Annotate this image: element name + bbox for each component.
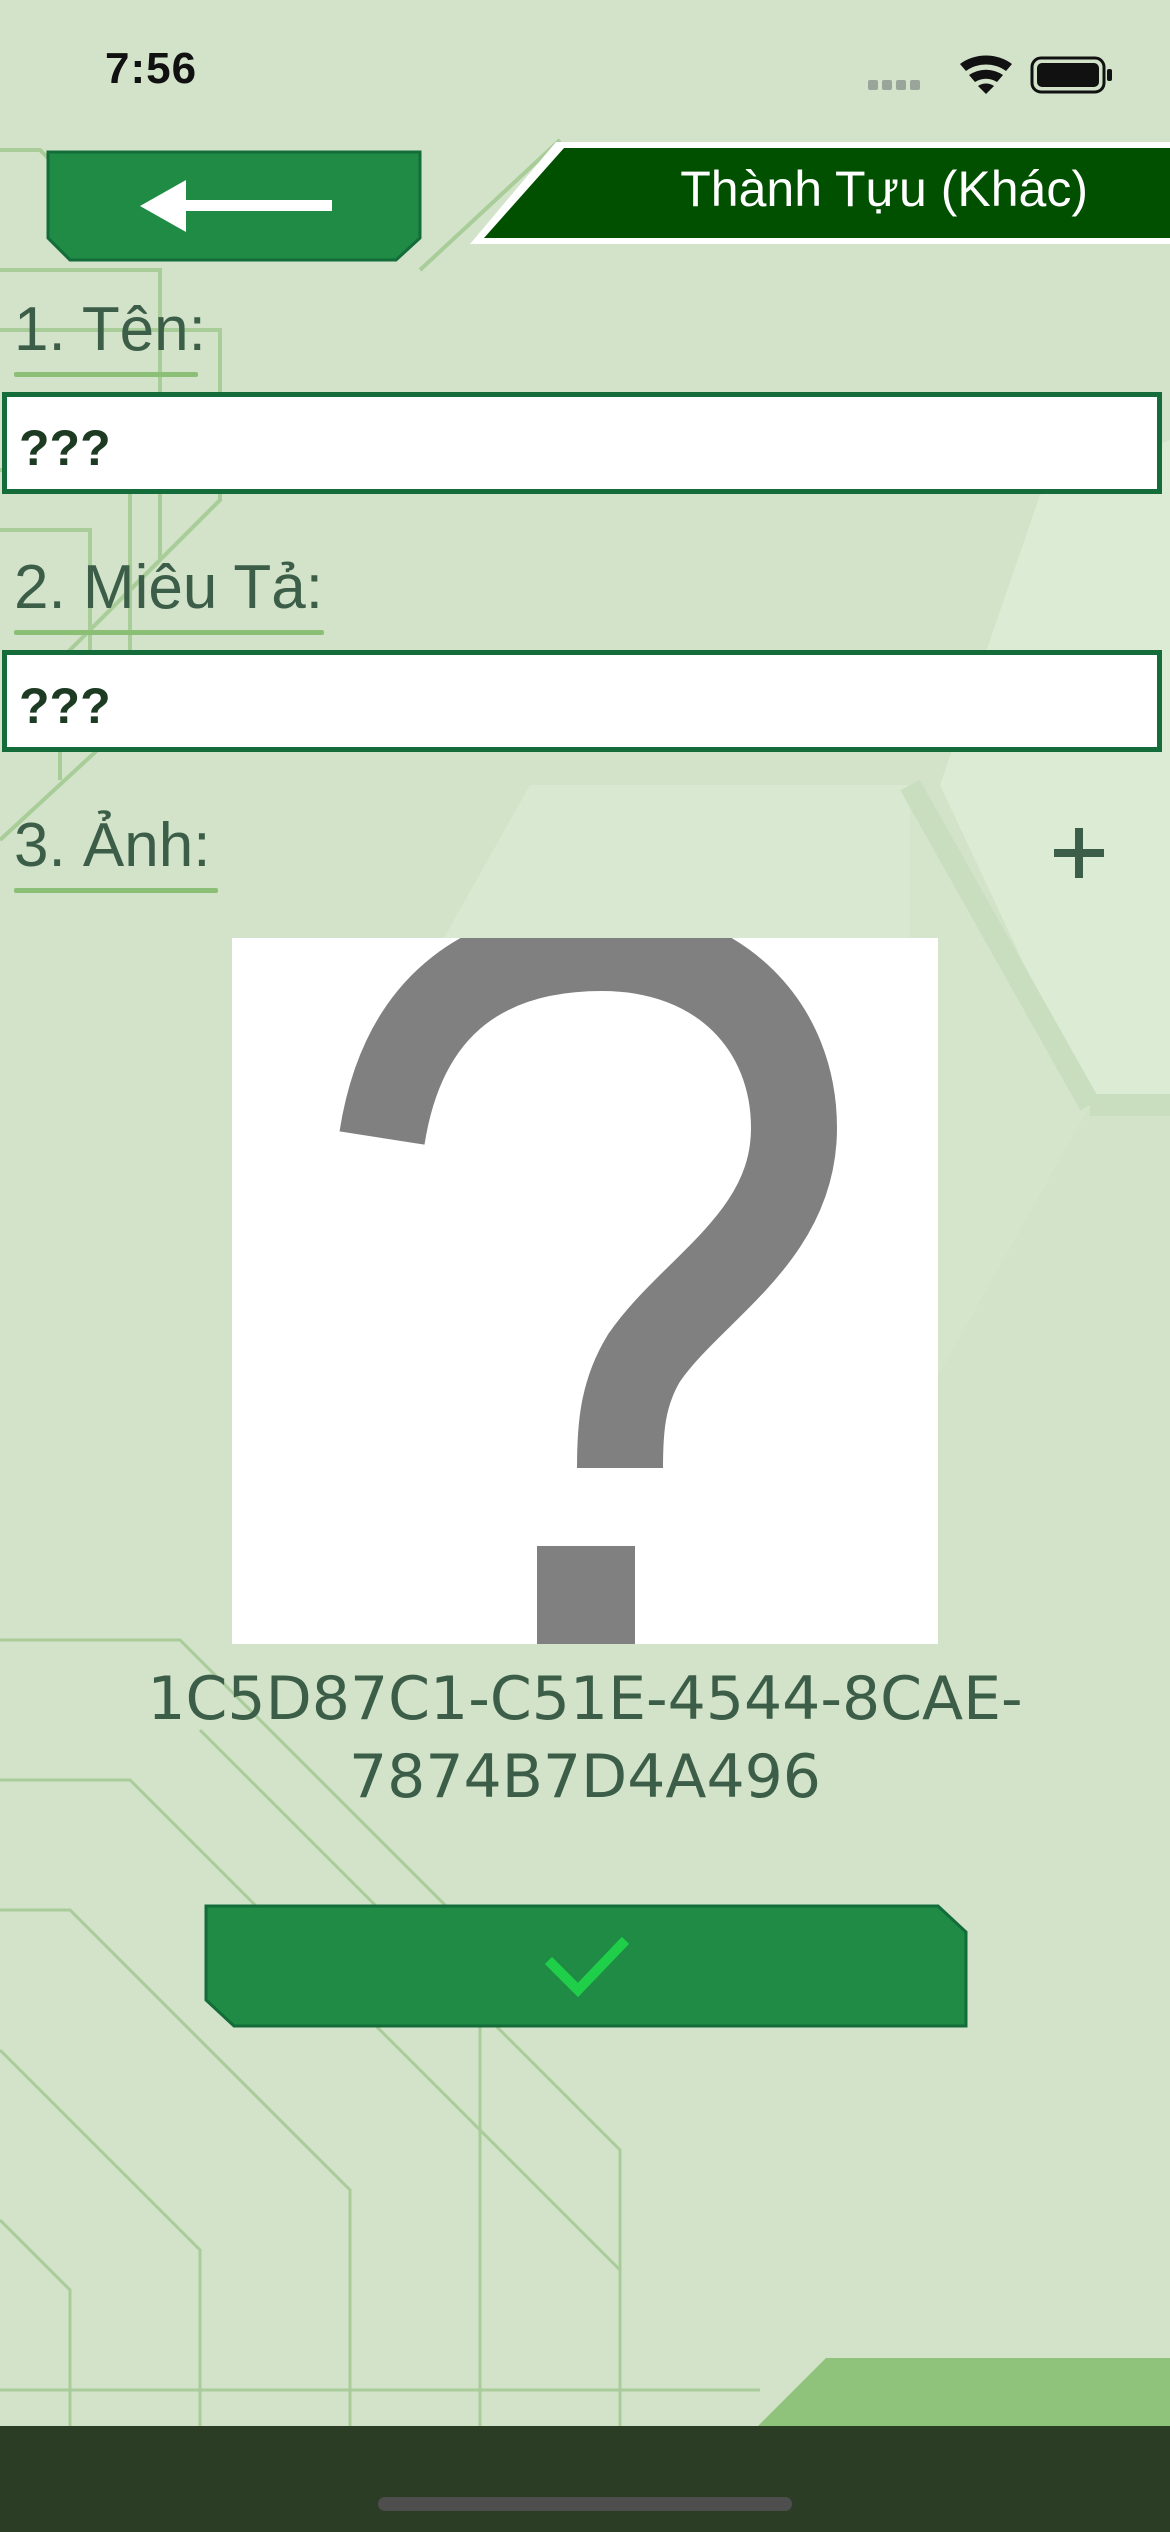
plus-icon — [1054, 828, 1104, 878]
status-icons — [868, 55, 1112, 94]
description-input[interactable]: ??? — [2, 650, 1162, 752]
back-button[interactable] — [46, 150, 422, 262]
status-bar: 7:56 — [0, 0, 1170, 140]
image-label: 3. Ảnh: — [14, 810, 218, 893]
wifi-icon — [960, 55, 1012, 94]
title-banner: Thành Tựu (Khác) — [470, 142, 1170, 244]
add-image-button[interactable] — [1050, 824, 1108, 882]
name-value: ??? — [19, 420, 111, 476]
image-label-text: 3. Ảnh: — [14, 811, 211, 880]
image-preview[interactable] — [232, 938, 938, 1644]
cellular-signal-icon — [868, 80, 920, 90]
question-mark-icon — [339, 938, 838, 1644]
name-label: 1. Tên: — [14, 294, 206, 377]
status-time: 7:56 — [105, 44, 198, 93]
page-title: Thành Tựu (Khác) — [680, 161, 1088, 217]
image-id-text: 1C5D87C1-C51E-4544-8CAE-7874B7D4A496 — [147, 1664, 1023, 1812]
battery-icon — [1030, 56, 1112, 94]
description-label: 2. Miêu Tả: — [14, 552, 324, 635]
name-input[interactable]: ??? — [2, 392, 1162, 494]
home-indicator[interactable] — [378, 2497, 792, 2511]
description-label-text: 2. Miêu Tả: — [14, 553, 324, 622]
label-underline — [14, 372, 198, 377]
confirm-button[interactable] — [204, 1904, 968, 2028]
label-underline — [14, 888, 218, 893]
bottom-bar — [0, 2426, 1170, 2532]
label-underline — [14, 630, 324, 635]
name-label-text: 1. Tên: — [14, 295, 206, 364]
description-value: ??? — [19, 678, 111, 734]
